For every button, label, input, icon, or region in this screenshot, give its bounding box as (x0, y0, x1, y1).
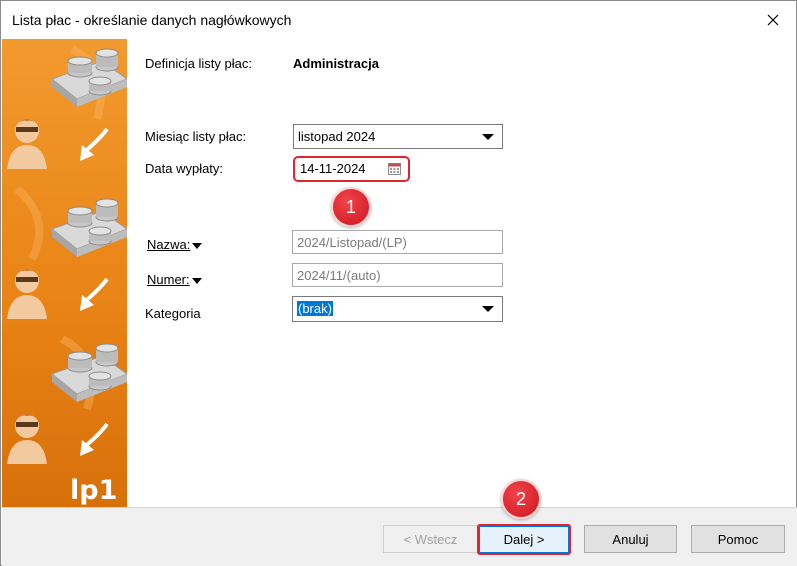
chevron-down-icon[interactable] (482, 134, 494, 140)
caret-down-icon (191, 277, 202, 284)
category-label: Kategoria (145, 306, 201, 321)
help-button[interactable]: Pomoc (691, 525, 785, 553)
number-label-text: Numer: (147, 272, 190, 287)
wizard-footer: < Wstecz Dalej > Anuluj Pomoc (2, 507, 797, 566)
name-dropdown-label[interactable]: Nazwa: (147, 237, 203, 252)
number-field-value: 2024/11/(auto) (297, 268, 381, 283)
name-field-value: 2024/Listopad/(LP) (297, 235, 407, 250)
wizard-side-banner: lp1 (2, 39, 127, 507)
wizard-content: Definicja listy płac: Administracja Mies… (127, 39, 796, 507)
wizard-window: Lista płac - określanie danych nagłówkow… (0, 0, 797, 566)
category-select[interactable]: (brak) (292, 296, 503, 322)
definition-value: Administracja (293, 56, 379, 71)
title-bar: Lista płac - określanie danych nagłówkow… (1, 1, 796, 39)
back-button[interactable]: < Wstecz (383, 525, 478, 553)
name-field[interactable]: 2024/Listopad/(LP) (292, 230, 503, 254)
month-label: Miesiąc listy płac: (145, 129, 247, 144)
definition-label: Definicja listy płac: (145, 56, 252, 71)
step-badge-1-text: 1 (345, 196, 356, 217)
month-select-value: listopad 2024 (298, 129, 376, 144)
step-badge-2-text: 2 (515, 488, 526, 509)
payment-date-field[interactable]: 14-11-2024 (293, 156, 410, 182)
step-badge-1: 1 (331, 187, 371, 227)
number-field[interactable]: 2024/11/(auto) (292, 263, 503, 287)
category-select-value: (brak) (297, 301, 333, 316)
caret-down-icon (192, 242, 203, 249)
number-dropdown-label[interactable]: Numer: (147, 272, 202, 287)
next-button[interactable]: Dalej > (477, 524, 571, 555)
window-title: Lista płac - określanie danych nagłówkow… (12, 12, 292, 28)
payroll-illustration-icon (7, 45, 127, 464)
next-button-label: Dalej > (503, 532, 545, 547)
cancel-button[interactable]: Anuluj (584, 525, 677, 553)
close-icon (767, 14, 779, 26)
back-button-label: < Wstecz (403, 531, 458, 547)
close-button[interactable] (750, 1, 796, 39)
separator (145, 96, 764, 97)
name-label-text: Nazwa: (147, 237, 191, 252)
help-button-label: Pomoc (717, 531, 759, 547)
step-badge-2: 2 (501, 479, 541, 519)
chevron-down-icon[interactable] (482, 306, 494, 312)
cancel-button-label: Anuluj (612, 531, 649, 547)
month-select[interactable]: listopad 2024 (293, 124, 503, 149)
payment-date-value: 14-11-2024 (300, 161, 366, 176)
module-logo: lp1 (70, 475, 118, 506)
calendar-icon[interactable] (388, 163, 401, 175)
date-label: Data wypłaty: (145, 161, 224, 176)
